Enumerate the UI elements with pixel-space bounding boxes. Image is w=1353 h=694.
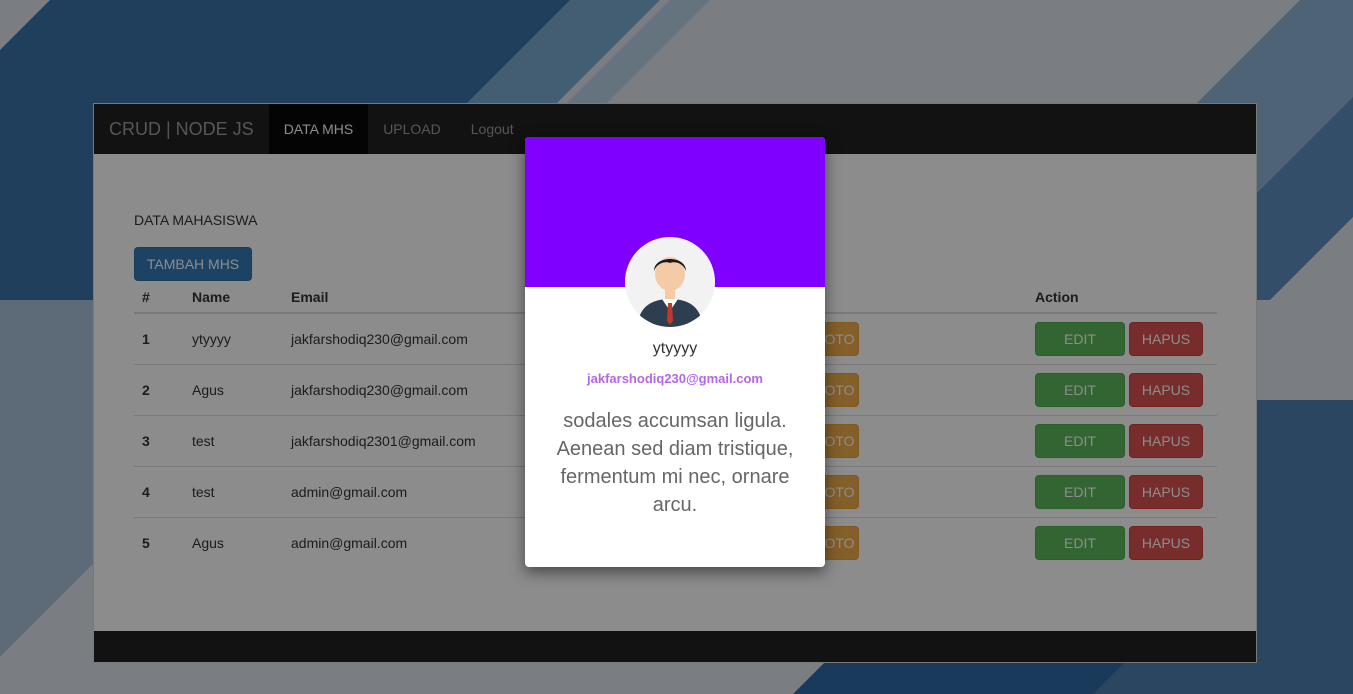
profile-description: sodales accumsan ligula. Aenean sed diam… bbox=[556, 410, 794, 516]
user-avatar-icon bbox=[625, 237, 715, 327]
profile-name: ytyyyy bbox=[652, 340, 698, 357]
profile-email: jakfarshodiq230@gmail.com bbox=[587, 371, 763, 386]
profile-modal: ytyyyy jakfarshodiq230@gmail.com sodales… bbox=[525, 137, 825, 567]
